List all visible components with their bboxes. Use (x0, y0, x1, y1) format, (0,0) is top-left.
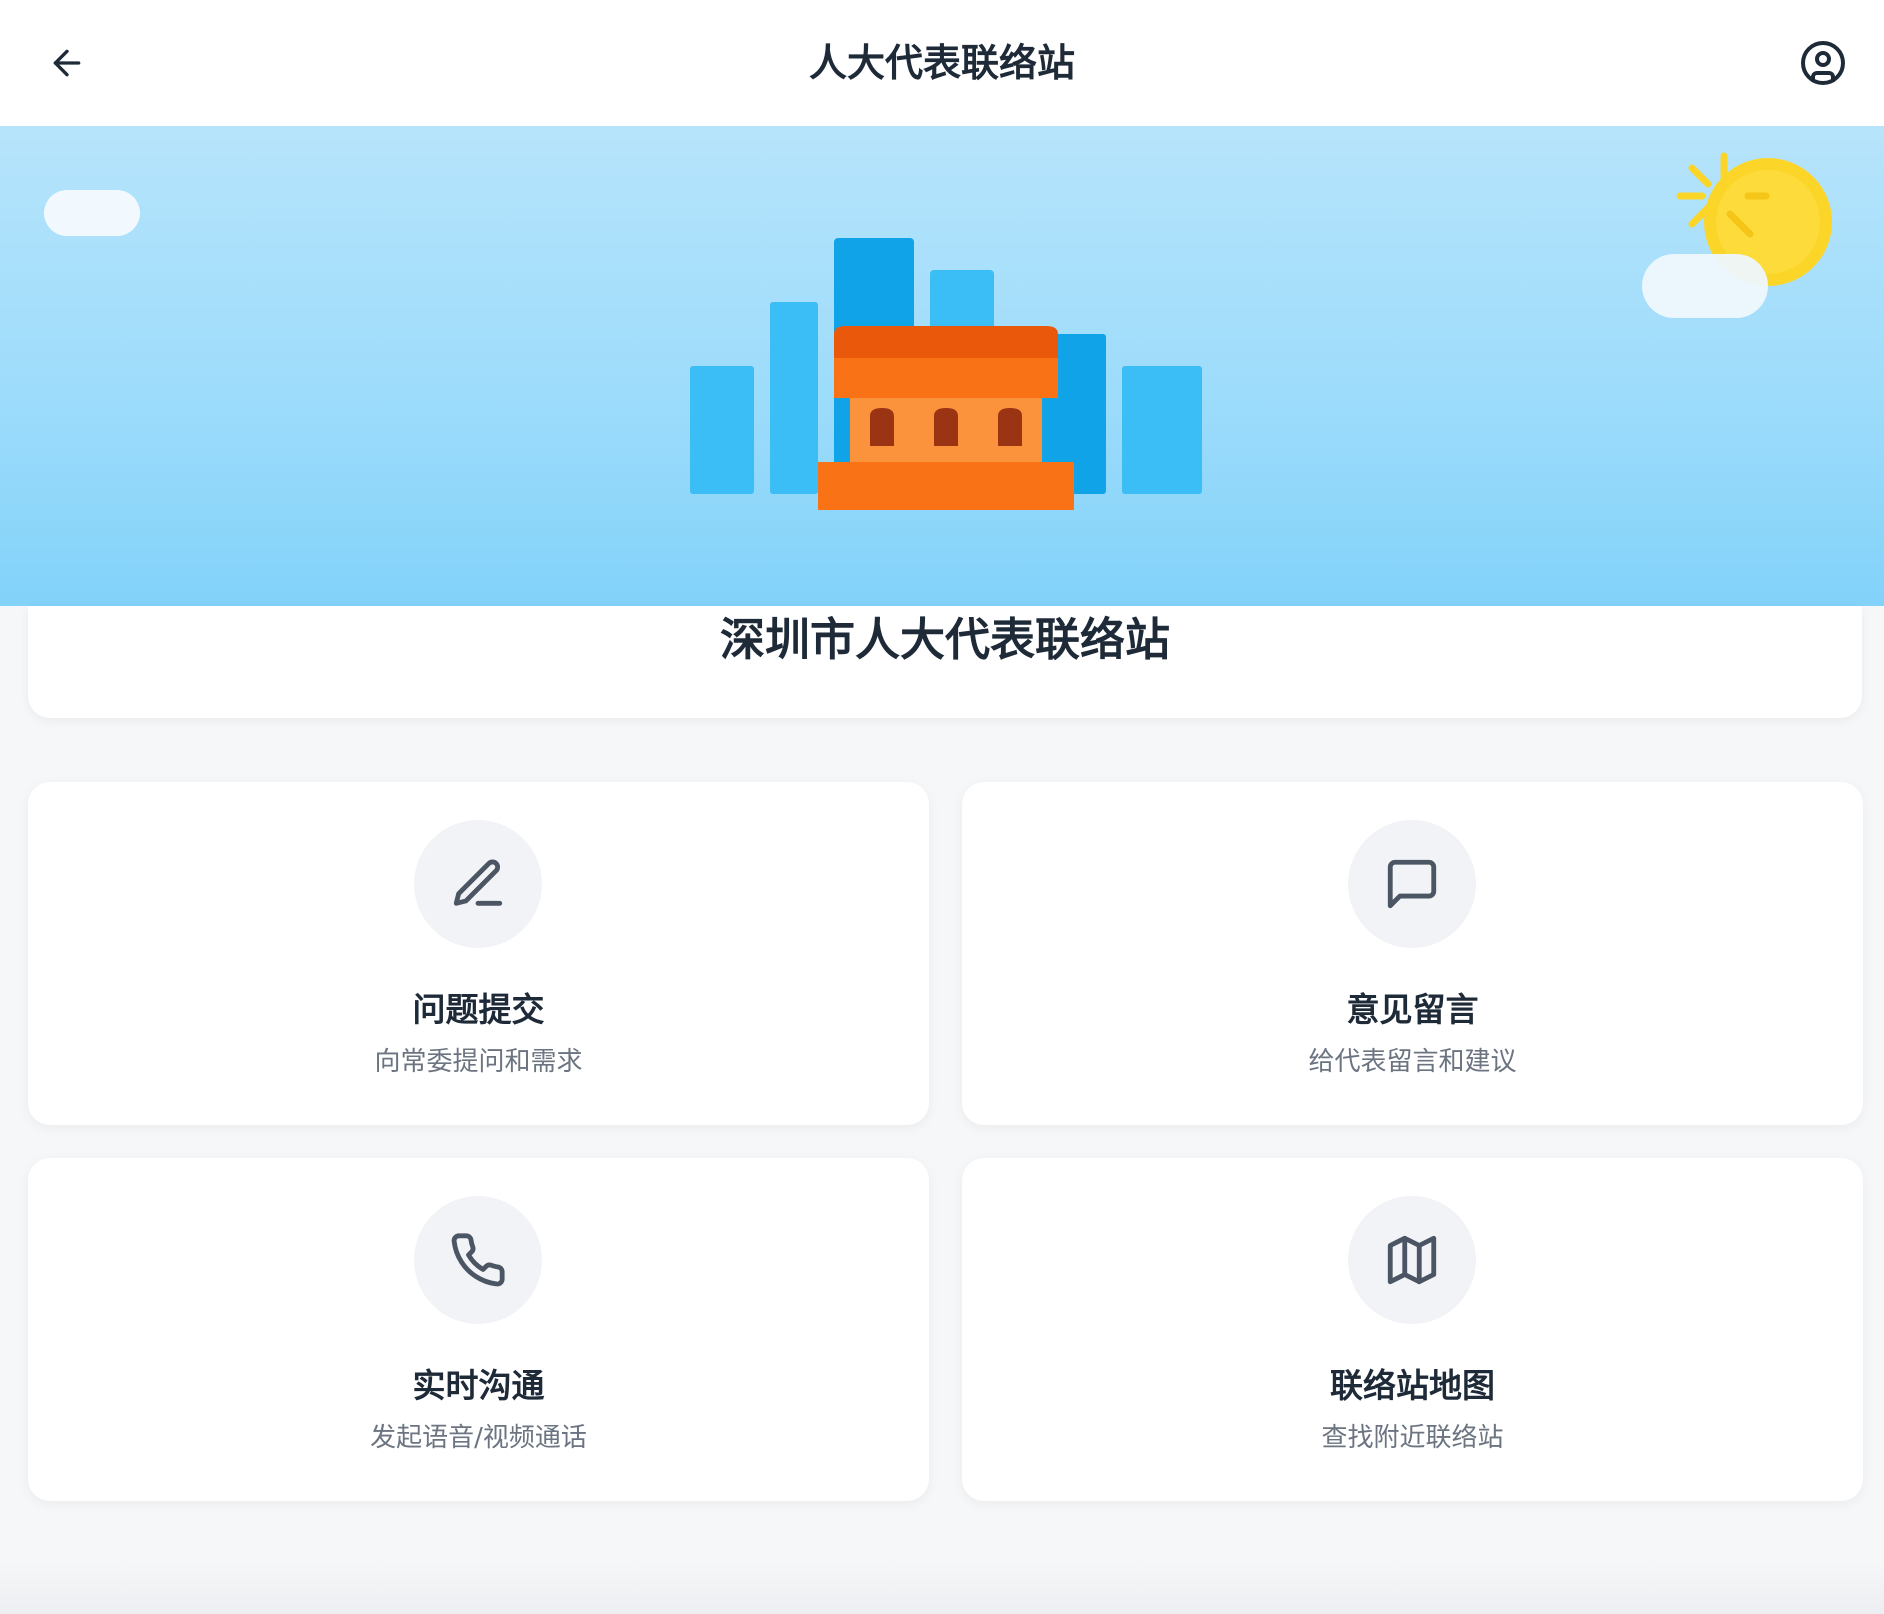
message-square-icon (1387, 859, 1437, 909)
cloud-right (1642, 254, 1768, 318)
card-description: 查找附近联络站 (1321, 1423, 1504, 1453)
card-title: 问题提交 (412, 990, 545, 1029)
card-description: 向常委提问和需求 (374, 1047, 583, 1077)
icon-circle (1348, 1196, 1476, 1324)
hall-roof (834, 326, 1058, 358)
feature-card-station-map[interactable]: 联络站地图 查找附近联络站 (962, 1158, 1863, 1501)
hall-window-3 (998, 408, 1022, 446)
feature-card-live-chat[interactable]: 实时沟通 发起语音/视频通话 (28, 1158, 929, 1501)
card-description: 发起语音/视频通话 (370, 1423, 587, 1453)
phone-icon (451, 1233, 505, 1287)
map-icon (1387, 1235, 1437, 1285)
icon-circle (414, 820, 542, 948)
hall-upper (834, 358, 1058, 398)
arrow-left-icon (53, 49, 81, 77)
hall-window-1 (870, 408, 894, 446)
station-title-card: 深圳市人大代表联络站 (28, 606, 1862, 718)
hall-window-2 (934, 408, 958, 446)
card-title: 意见留言 (1346, 990, 1479, 1029)
feature-card-leave-message[interactable]: 意见留言 给代表留言和建议 (962, 782, 1863, 1125)
cloud-left (44, 190, 140, 236)
card-title: 联络站地图 (1330, 1366, 1495, 1405)
bottom-fade (0, 1560, 1884, 1614)
city-hall-illustration (44, 152, 1832, 510)
hall-base (818, 462, 1074, 510)
hero-banner (0, 126, 1884, 606)
building-6 (1122, 366, 1202, 494)
user-profile-button[interactable] (1794, 34, 1852, 92)
pencil-icon (453, 859, 503, 906)
station-name: 深圳市人大代表联络站 (719, 613, 1170, 666)
page-title: 人大代表联络站 (808, 41, 1075, 85)
building-1 (690, 366, 754, 494)
icon-circle (1348, 820, 1476, 948)
building-2 (770, 302, 818, 494)
top-nav-bar: 人大代表联络站 (0, 0, 1884, 126)
card-description: 给代表留言和建议 (1308, 1047, 1517, 1077)
feature-card-submit-issue[interactable]: 问题提交 向常委提问和需求 (28, 782, 929, 1125)
back-button[interactable] (38, 36, 96, 90)
icon-circle (414, 1196, 542, 1324)
user-circle-icon (1801, 41, 1845, 85)
card-title: 实时沟通 (412, 1366, 545, 1405)
